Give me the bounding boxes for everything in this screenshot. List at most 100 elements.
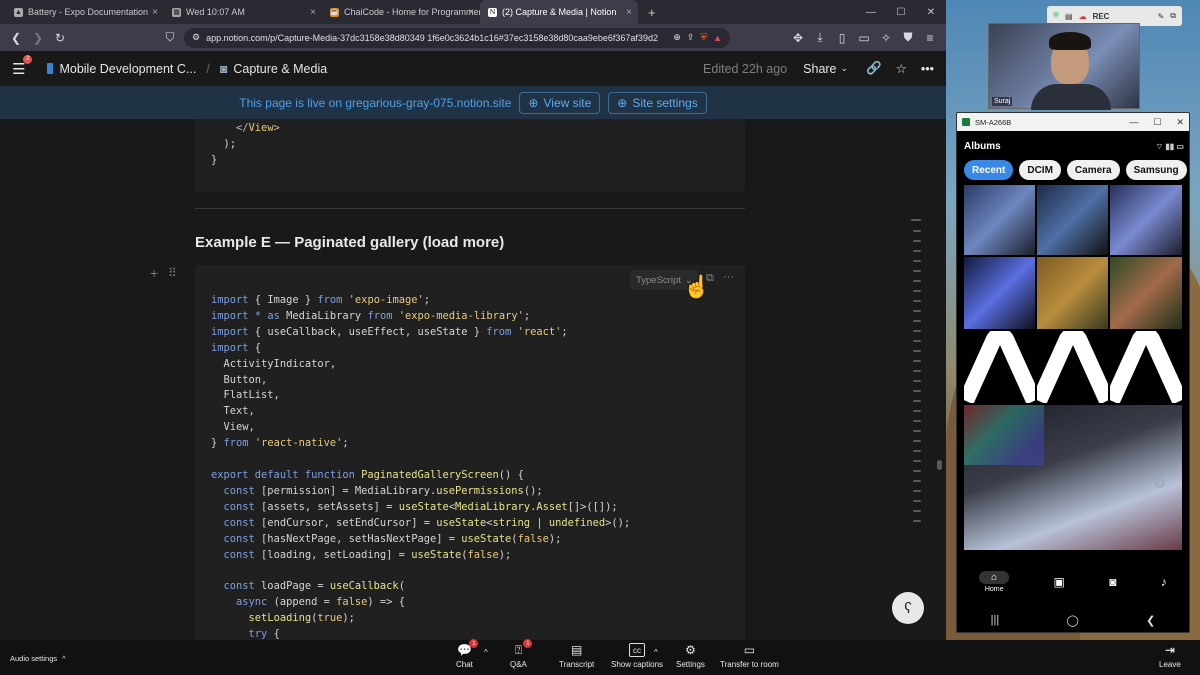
minimize-icon[interactable]: — bbox=[1129, 117, 1138, 128]
breadcrumb-parent[interactable]: Mobile Development C... bbox=[59, 62, 196, 76]
toc-marker bbox=[913, 520, 921, 522]
more-icon[interactable]: ••• bbox=[921, 62, 934, 76]
chat-badge: 1 bbox=[469, 639, 479, 648]
ai-assistant-button[interactable]: ʕ bbox=[892, 592, 924, 624]
photo-thumbnail[interactable] bbox=[964, 185, 1035, 255]
brave-shield-icon[interactable]: ⛨ bbox=[700, 32, 707, 43]
download-icon[interactable]: ⤓ bbox=[810, 28, 830, 48]
camera-icon[interactable]: ◙ bbox=[1109, 575, 1116, 589]
minimize-icon[interactable]: — bbox=[856, 0, 886, 24]
maximize-icon[interactable]: ☐ bbox=[886, 0, 916, 24]
view-site-button[interactable]: ⊕ View site bbox=[519, 91, 601, 114]
settings-button[interactable]: ⚙ Settings bbox=[676, 643, 705, 669]
qa-badge: 1 bbox=[523, 639, 533, 648]
divider bbox=[195, 208, 745, 209]
chevron-up-icon[interactable]: ^ bbox=[484, 648, 488, 657]
back-icon[interactable]: ❮ bbox=[6, 28, 26, 48]
hamburger-icon[interactable]: ☰ 2 bbox=[12, 54, 33, 78]
back-icon[interactable]: ❮ bbox=[1146, 614, 1155, 627]
forward-icon[interactable]: ❯ bbox=[28, 28, 48, 48]
extensions-icon[interactable]: ✥ bbox=[788, 28, 808, 48]
tab-calendar[interactable]: ▦ Wed 10:07 AM × bbox=[164, 0, 322, 24]
scrollbar-thumb[interactable] bbox=[937, 460, 942, 470]
chip-samsung[interactable]: Samsung bbox=[1125, 160, 1187, 180]
shield-icon[interactable]: ⛨ bbox=[1053, 11, 1059, 21]
leave-button[interactable]: ⇥ Leave bbox=[1159, 643, 1181, 669]
new-tab-button[interactable]: + bbox=[638, 0, 666, 24]
logo-glyph-icon bbox=[1037, 331, 1108, 403]
photo-large[interactable]: ⚙ bbox=[964, 405, 1182, 550]
home-button-icon[interactable]: ◯ bbox=[1067, 614, 1079, 627]
more-icon[interactable]: ··· bbox=[723, 271, 734, 283]
nav-home[interactable]: ⌂ Home bbox=[979, 571, 1010, 593]
toc-marker bbox=[913, 490, 921, 492]
rewards-icon[interactable]: ▲ bbox=[713, 33, 722, 43]
menu-icon[interactable]: ≡ bbox=[920, 28, 940, 48]
leo-icon[interactable]: ✧ bbox=[876, 28, 896, 48]
chevron-down-icon: ⌄ bbox=[840, 63, 849, 73]
add-block-icon[interactable]: + bbox=[150, 265, 158, 281]
code-block[interactable]: import { Image } from 'expo-image'; impo… bbox=[195, 265, 745, 640]
copy-icon[interactable]: ⧉ bbox=[1170, 11, 1176, 21]
photo-thumbnail[interactable] bbox=[964, 331, 1035, 403]
vpn-icon[interactable]: ⛊ bbox=[898, 28, 918, 48]
close-icon[interactable]: × bbox=[152, 7, 158, 18]
meeting-toolbar: Audio settings ^ 💬 1 Chat ^ ⍰ 1 Q&A ▤ Trans… bbox=[0, 639, 1200, 675]
star-icon[interactable]: ☆ bbox=[896, 61, 907, 76]
breadcrumb-current[interactable]: Capture & Media bbox=[233, 62, 327, 76]
notes-icon[interactable]: ▤ bbox=[1065, 12, 1073, 21]
toc-marker bbox=[913, 440, 921, 442]
transfer-button[interactable]: ▭ Transfer to room bbox=[720, 643, 779, 669]
close-window-icon[interactable]: ✕ bbox=[1176, 117, 1184, 128]
chevron-up-icon[interactable]: ^ bbox=[654, 648, 658, 657]
audio-settings-button[interactable]: Audio settings ^ bbox=[10, 654, 66, 663]
photo-thumbnail[interactable] bbox=[1037, 185, 1108, 255]
chat-button[interactable]: 💬 1 Chat bbox=[456, 639, 479, 669]
photo-thumbnail[interactable] bbox=[1110, 185, 1182, 255]
wallet-icon[interactable]: ▭ bbox=[854, 28, 874, 48]
zoom-icon[interactable]: ⊕ bbox=[673, 32, 681, 43]
tab-expo[interactable]: ▲ Battery - Expo Documentation × bbox=[6, 0, 164, 24]
url-field[interactable]: ⚙ app.notion.com/p/Capture-Media-37dc315… bbox=[184, 27, 730, 48]
close-icon[interactable]: × bbox=[468, 7, 474, 18]
toc-marker bbox=[913, 480, 921, 482]
tab-chaicode[interactable]: ☕ ChaiCode - Home for Programmers × bbox=[322, 0, 480, 24]
chip-recent[interactable]: Recent bbox=[964, 160, 1014, 180]
scrollbar[interactable] bbox=[937, 120, 943, 640]
reload-icon[interactable]: ↻ bbox=[50, 28, 70, 48]
camera-page-icon: ◙ bbox=[219, 61, 228, 76]
chip-dcim[interactable]: DCIM bbox=[1019, 160, 1061, 180]
close-icon[interactable]: × bbox=[310, 7, 316, 18]
bookmark-icon[interactable]: ⛉ bbox=[160, 28, 180, 48]
transcript-button[interactable]: ▤ Transcript bbox=[559, 643, 594, 669]
albums-icon[interactable]: ▣ bbox=[1054, 575, 1065, 589]
close-icon[interactable]: × bbox=[626, 7, 632, 18]
photo-thumbnail[interactable] bbox=[1037, 257, 1108, 329]
photo-thumbnail[interactable] bbox=[1110, 331, 1182, 403]
tab-notion[interactable]: N (2) Capture & Media | Notion × bbox=[480, 0, 638, 24]
qa-button[interactable]: ⍰ 1 Q&A bbox=[510, 639, 533, 669]
toc-marker bbox=[913, 430, 921, 432]
qa-label: Q&A bbox=[510, 660, 527, 669]
link-icon[interactable]: 🔗 bbox=[866, 61, 882, 76]
transcript-icon: ▤ bbox=[570, 643, 583, 657]
site-settings-button[interactable]: ⊕ Site settings bbox=[608, 91, 707, 114]
sidebar-icon[interactable]: ▯ bbox=[832, 28, 852, 48]
close-window-icon[interactable]: ✕ bbox=[916, 0, 946, 24]
maximize-icon[interactable]: ☐ bbox=[1153, 117, 1161, 128]
photo-thumbnail[interactable] bbox=[964, 257, 1035, 329]
pen-icon[interactable]: ✎ bbox=[1158, 12, 1165, 21]
site-info-icon[interactable]: ⚙ bbox=[192, 32, 200, 43]
recents-icon[interactable]: ||| bbox=[991, 614, 1000, 626]
album-chips: Recent DCIM Camera Samsung bbox=[964, 160, 1187, 180]
drag-handle-icon[interactable]: ⠿ bbox=[168, 266, 177, 280]
gear-icon: ⚙ bbox=[685, 643, 696, 657]
chip-camera[interactable]: Camera bbox=[1066, 160, 1120, 180]
chevron-up-icon: ^ bbox=[62, 654, 66, 663]
photo-thumbnail[interactable] bbox=[1110, 257, 1182, 329]
share-button[interactable]: Share ⌄ bbox=[803, 62, 848, 76]
photo-thumbnail[interactable] bbox=[1037, 331, 1108, 403]
music-icon[interactable]: ♪ bbox=[1161, 575, 1167, 589]
cloud-rec-icon[interactable]: ☁ bbox=[1079, 12, 1087, 21]
share-page-icon[interactable]: ⇪ bbox=[687, 32, 695, 43]
